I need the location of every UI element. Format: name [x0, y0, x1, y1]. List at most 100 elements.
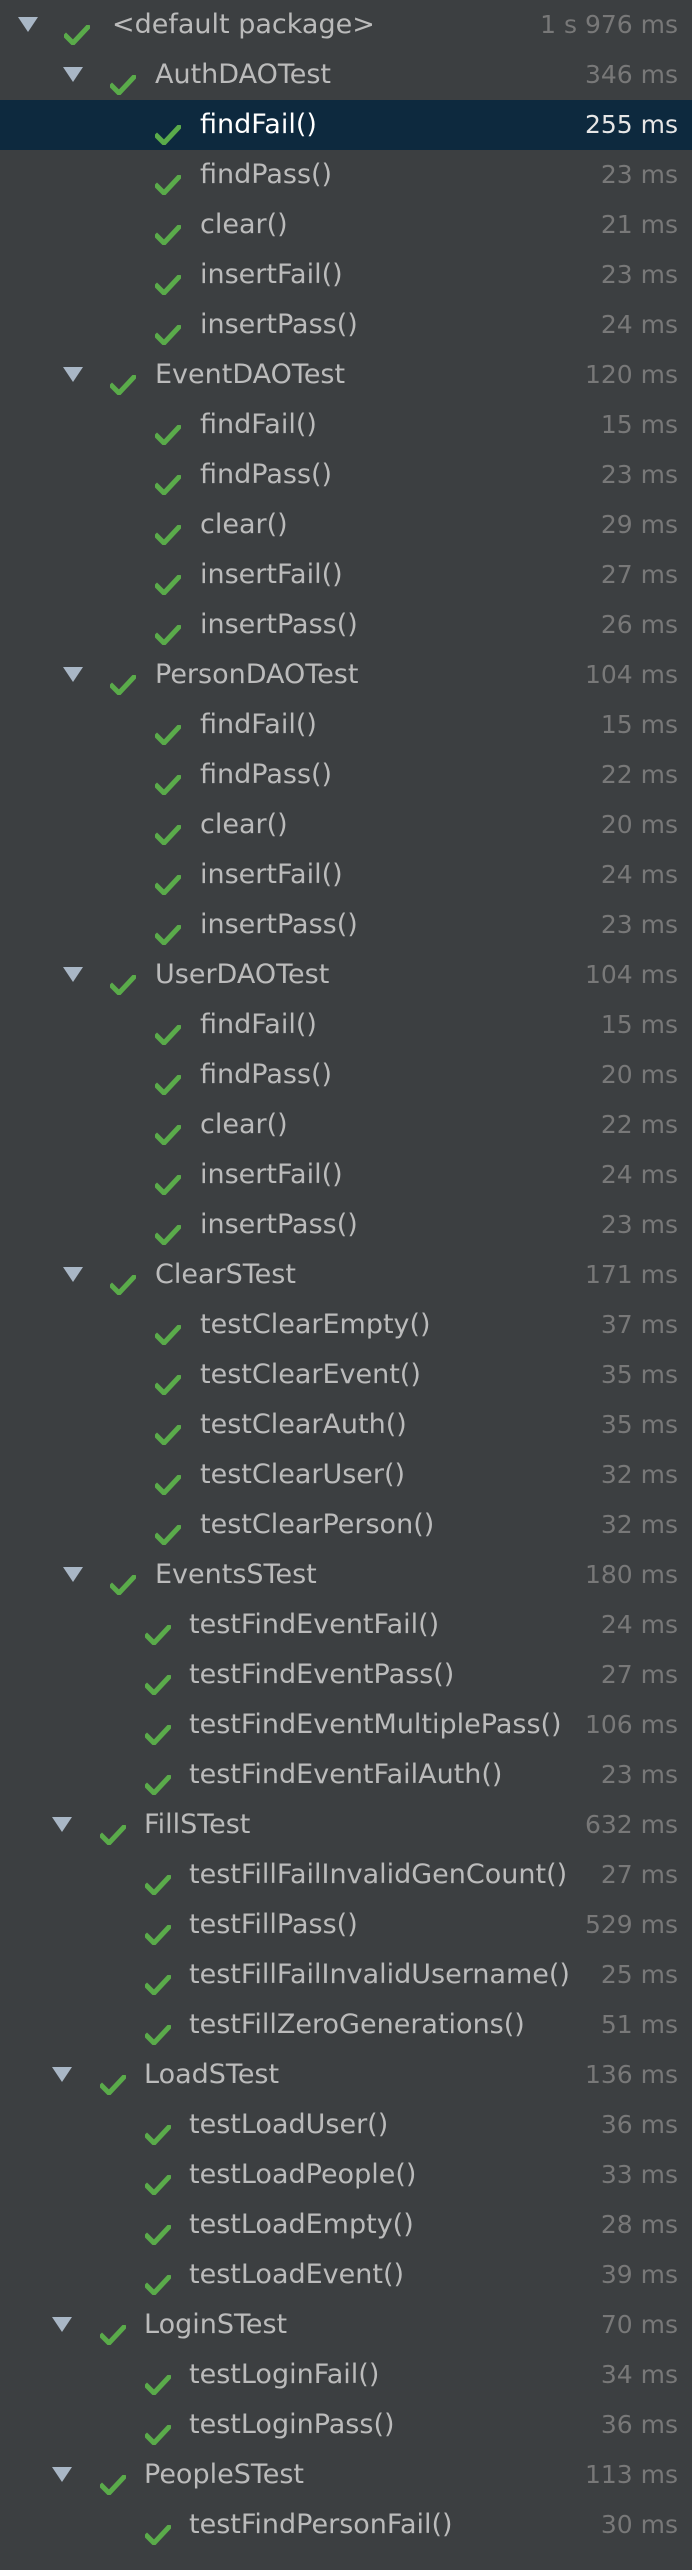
- test-row[interactable]: findPass() 23 ms: [0, 150, 692, 200]
- test-row[interactable]: testLoadPeople() 33 ms: [0, 2150, 692, 2200]
- test-row[interactable]: findFail() 15 ms: [0, 700, 692, 750]
- test-name: insertFail(): [200, 859, 343, 890]
- test-duration: 346 ms: [584, 60, 678, 89]
- check-icon: [153, 515, 183, 547]
- test-duration: 26 ms: [600, 610, 678, 639]
- test-name: findPass(): [200, 1059, 333, 1090]
- test-duration: 23 ms: [600, 160, 678, 189]
- test-row[interactable]: findFail() 15 ms: [0, 1000, 692, 1050]
- test-row[interactable]: testLoginFail() 34 ms: [0, 2350, 692, 2400]
- triangle-down-icon[interactable]: [63, 67, 83, 82]
- test-row[interactable]: testClearPerson() 32 ms: [0, 1500, 692, 1550]
- test-row[interactable]: testClearAuth() 35 ms: [0, 1400, 692, 1450]
- test-row[interactable]: clear() 29 ms: [0, 500, 692, 550]
- check-icon: [153, 1465, 183, 1497]
- triangle-down-icon[interactable]: [63, 667, 83, 682]
- test-row[interactable]: insertFail() 24 ms: [0, 850, 692, 900]
- triangle-down-icon[interactable]: [52, 2317, 72, 2332]
- test-duration: 632 ms: [584, 1810, 678, 1839]
- suite-row[interactable]: LoginSTest 70 ms: [0, 2300, 692, 2350]
- test-name: testLoadEmpty(): [189, 2209, 414, 2240]
- test-row[interactable]: insertPass() 23 ms: [0, 900, 692, 950]
- suite-name: LoginSTest: [144, 2309, 288, 2340]
- check-icon: [143, 2165, 173, 2197]
- check-icon: [153, 215, 183, 247]
- triangle-down-icon[interactable]: [18, 17, 38, 32]
- test-row[interactable]: testFillPass() 529 ms: [0, 1900, 692, 1950]
- package-row[interactable]: <default package> 1 s 976 ms: [0, 0, 692, 50]
- test-row[interactable]: insertPass() 24 ms: [0, 300, 692, 350]
- test-row[interactable]: testFindPersonFail() 30 ms: [0, 2500, 692, 2550]
- test-row[interactable]: clear() 20 ms: [0, 800, 692, 850]
- test-name: testLoadUser(): [189, 2109, 389, 2140]
- triangle-down-icon[interactable]: [63, 1567, 83, 1582]
- test-row[interactable]: testFillFailInvalidUsername() 25 ms: [0, 1950, 692, 2000]
- test-row[interactable]: testClearEvent() 35 ms: [0, 1350, 692, 1400]
- check-icon: [153, 1215, 183, 1247]
- check-icon: [98, 2315, 128, 2347]
- test-row[interactable]: testLoadEmpty() 28 ms: [0, 2200, 692, 2250]
- check-icon: [143, 2265, 173, 2297]
- test-row[interactable]: testFillZeroGenerations() 51 ms: [0, 2000, 692, 2050]
- test-row[interactable]: findPass() 22 ms: [0, 750, 692, 800]
- test-row[interactable]: insertPass() 23 ms: [0, 1200, 692, 1250]
- test-row[interactable]: testClearUser() 32 ms: [0, 1450, 692, 1500]
- test-row[interactable]: testLoginPass() 36 ms: [0, 2400, 692, 2450]
- suite-row[interactable]: PersonDAOTest 104 ms: [0, 650, 692, 700]
- test-row[interactable]: insertPass() 26 ms: [0, 600, 692, 650]
- test-row[interactable]: testFindEventMultiplePass() 106 ms: [0, 1700, 692, 1750]
- test-row[interactable]: clear() 22 ms: [0, 1100, 692, 1150]
- test-row[interactable]: insertFail() 24 ms: [0, 1150, 692, 1200]
- test-row[interactable]: testClearEmpty() 37 ms: [0, 1300, 692, 1350]
- test-row[interactable]: clear() 21 ms: [0, 200, 692, 250]
- test-duration: 39 ms: [600, 2260, 678, 2289]
- test-row[interactable]: testFindEventFail() 24 ms: [0, 1600, 692, 1650]
- check-icon: [108, 365, 138, 397]
- suite-row[interactable]: ClearSTest 171 ms: [0, 1250, 692, 1300]
- triangle-down-icon[interactable]: [63, 967, 83, 982]
- test-row[interactable]: testLoadEvent() 39 ms: [0, 2250, 692, 2300]
- test-name: testFindEventMultiplePass(): [189, 1709, 562, 1740]
- test-name: testFillZeroGenerations(): [189, 2009, 525, 2040]
- suite-row[interactable]: EventDAOTest 120 ms: [0, 350, 692, 400]
- suite-row[interactable]: FillSTest 632 ms: [0, 1800, 692, 1850]
- test-row[interactable]: testFindEventPass() 27 ms: [0, 1650, 692, 1700]
- test-results-tree-upper: <default package> 1 s 976 ms AuthDAOTest 34…: [0, 0, 692, 1600]
- suite-row[interactable]: AuthDAOTest 346 ms: [0, 50, 692, 100]
- test-row[interactable]: testFindEventFailAuth() 23 ms: [0, 1750, 692, 1800]
- test-row[interactable]: testLoadUser() 36 ms: [0, 2100, 692, 2150]
- triangle-down-icon[interactable]: [52, 2467, 72, 2482]
- test-duration: 23 ms: [600, 1760, 678, 1789]
- test-name: findFail(): [200, 409, 317, 440]
- check-icon: [143, 1615, 173, 1647]
- check-icon: [143, 2365, 173, 2397]
- test-row[interactable]: findFail() 15 ms: [0, 400, 692, 450]
- test-row[interactable]: insertFail() 23 ms: [0, 250, 692, 300]
- test-row[interactable]: findPass() 20 ms: [0, 1050, 692, 1100]
- test-row[interactable]: testFillFailInvalidGenCount() 27 ms: [0, 1850, 692, 1900]
- check-icon: [143, 1765, 173, 1797]
- test-duration: 27 ms: [600, 560, 678, 589]
- test-row[interactable]: insertFail() 27 ms: [0, 550, 692, 600]
- check-icon: [153, 1415, 183, 1447]
- test-duration: 15 ms: [600, 1010, 678, 1039]
- test-name: findPass(): [200, 759, 333, 790]
- check-icon: [153, 1365, 183, 1397]
- triangle-down-icon[interactable]: [63, 367, 83, 382]
- test-name: findPass(): [200, 159, 333, 190]
- triangle-down-icon[interactable]: [52, 1817, 72, 1832]
- check-icon: [153, 865, 183, 897]
- test-duration: 35 ms: [600, 1410, 678, 1439]
- suite-name: EventDAOTest: [155, 359, 346, 390]
- test-row[interactable]: findFail() 255 ms: [0, 100, 692, 150]
- suite-row[interactable]: PeopleSTest 113 ms: [0, 2450, 692, 2500]
- test-row[interactable]: findPass() 23 ms: [0, 450, 692, 500]
- suite-row[interactable]: UserDAOTest 104 ms: [0, 950, 692, 1000]
- suite-row[interactable]: EventsSTest 180 ms: [0, 1550, 692, 1600]
- triangle-down-icon[interactable]: [52, 2067, 72, 2082]
- test-name: findPass(): [200, 459, 333, 490]
- check-icon: [153, 1165, 183, 1197]
- triangle-down-icon[interactable]: [63, 1267, 83, 1282]
- suite-row[interactable]: LoadSTest 136 ms: [0, 2050, 692, 2100]
- check-icon: [143, 1665, 173, 1697]
